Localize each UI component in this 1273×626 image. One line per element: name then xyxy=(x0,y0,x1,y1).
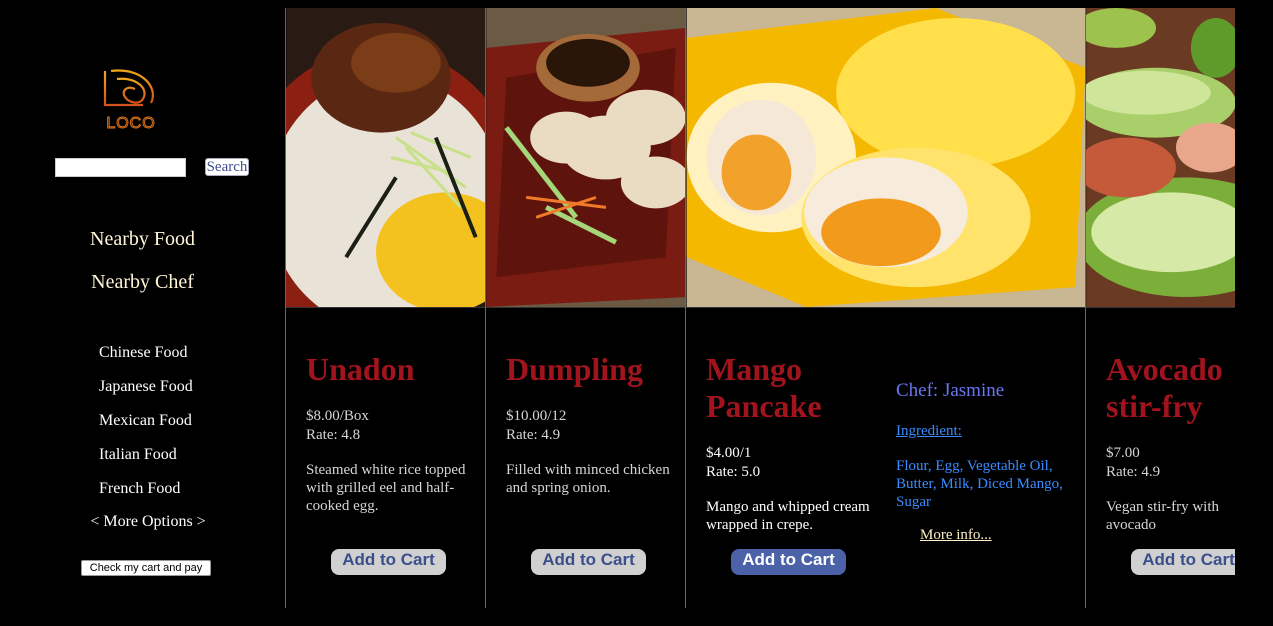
food-card-mango-pancake: Mango Pancake $4.00/1 Rate: 5.0 Mango an… xyxy=(685,8,1085,608)
food-photo-avocado-stir-fry[interactable] xyxy=(1086,8,1235,308)
food-description: Steamed white rice topped with grilled e… xyxy=(306,462,466,514)
food-photo-unadon[interactable] xyxy=(286,8,485,308)
food-title: Mango Pancake xyxy=(706,351,822,424)
right-gutter xyxy=(1235,0,1273,626)
ingredient-list: Flour, Egg, Vegetable Oil, Butter, Milk,… xyxy=(896,458,1063,510)
search-input[interactable] xyxy=(55,158,186,177)
food-title: Unadon xyxy=(306,351,415,387)
add-to-cart-button[interactable]: Add to Cart xyxy=(1131,549,1235,575)
logo-text: LOCO xyxy=(106,115,155,131)
add-to-cart-button[interactable]: Add to Cart xyxy=(731,549,846,575)
food-card-dumpling: Dumpling $10.00/12 Rate: 4.9 Filled with… xyxy=(485,8,685,608)
category-japanese-food[interactable]: Japanese Food xyxy=(99,378,193,396)
food-price: $8.00/Box xyxy=(306,408,369,424)
food-title: Avocado stir-fry xyxy=(1106,351,1223,424)
food-title: Dumpling xyxy=(506,351,643,387)
search-button[interactable]: Search xyxy=(205,158,249,176)
food-price: $7.00 xyxy=(1106,445,1140,461)
nav-nearby-chef[interactable]: Nearby Chef xyxy=(0,271,285,294)
ingredient-link[interactable]: Ingredient: xyxy=(896,423,962,440)
food-photo-mango-pancake[interactable] xyxy=(686,8,1085,308)
checkout-button[interactable]: Check my cart and pay xyxy=(81,560,211,576)
food-description: Filled with minced chicken and spring on… xyxy=(506,462,670,496)
category-mexican-food[interactable]: Mexican Food xyxy=(99,412,192,430)
food-card-unadon: Unadon $8.00/Box Rate: 4.8 Steamed white… xyxy=(285,8,485,608)
food-card-avocado-stir-fry: Avocado stir-fry $7.00 Rate: 4.9 Vegan s… xyxy=(1085,8,1235,608)
food-description: Mango and whipped cream wrapped in crepe… xyxy=(706,499,870,533)
food-price: $10.00/12 xyxy=(506,408,567,424)
more-info-link[interactable]: More info... xyxy=(920,527,992,544)
food-description: Vegan stir-fry with avocado xyxy=(1106,499,1220,533)
add-to-cart-button[interactable]: Add to Cart xyxy=(331,549,446,575)
food-price: $4.00/1 xyxy=(706,445,752,461)
loco-logo[interactable]: LOCO xyxy=(101,67,161,131)
add-to-cart-button[interactable]: Add to Cart xyxy=(531,549,646,575)
food-rating: Rate: 5.0 xyxy=(706,464,761,480)
category-italian-food[interactable]: Italian Food xyxy=(99,446,177,464)
food-photo-dumpling[interactable] xyxy=(486,8,685,308)
food-rating: Rate: 4.8 xyxy=(306,427,361,443)
nav-nearby-food[interactable]: Nearby Food xyxy=(0,228,285,251)
category-chinese-food[interactable]: Chinese Food xyxy=(99,344,187,362)
sidebar: LOCO Search Nearby Food Nearby Chef Chin… xyxy=(0,0,285,626)
category-french-food[interactable]: French Food xyxy=(99,480,180,498)
chef-name[interactable]: Chef: Jasmine xyxy=(896,380,1004,402)
more-options-link[interactable]: < More Options > xyxy=(0,513,296,531)
food-rating: Rate: 4.9 xyxy=(1106,464,1161,480)
food-rating: Rate: 4.9 xyxy=(506,427,561,443)
